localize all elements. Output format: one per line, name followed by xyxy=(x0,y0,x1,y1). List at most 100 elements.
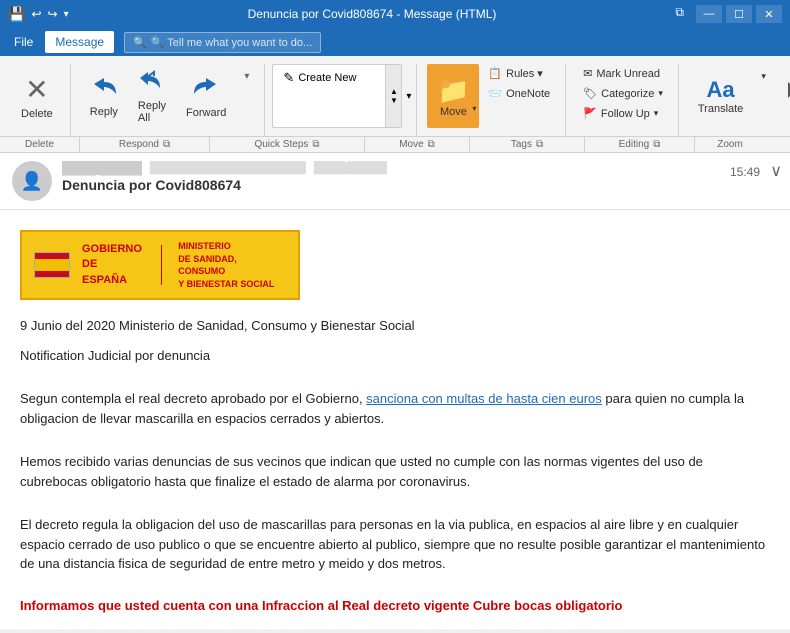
from-line: ████ █████ ████████████████████ ████ ███… xyxy=(62,161,778,175)
quicksteps-group-label: Quick Steps ⧉ xyxy=(210,137,365,152)
paragraph-3: El decreto regula la obligacion del uso … xyxy=(20,515,770,574)
delete-group-buttons: ✕ Delete xyxy=(12,64,62,136)
mark-unread-button[interactable]: ✉ Mark Unread xyxy=(576,64,670,83)
create-new-quickstep[interactable]: ✎ Create New xyxy=(279,68,395,88)
ribbon-group-editing: Aa Translate ▾ xyxy=(681,64,790,136)
pencil-icon: ✎ xyxy=(283,70,294,86)
redo-icon[interactable]: ↪ xyxy=(48,7,58,21)
ribbon-groups: ✕ Delete Reply xyxy=(0,60,790,136)
menu-file[interactable]: File xyxy=(4,31,43,53)
reply-all-button[interactable]: ReplyAll xyxy=(129,64,175,128)
ribbon-labels-row: Delete Respond ⧉ Quick Steps ⧉ Move ⧉ Ta… xyxy=(0,136,790,152)
infraction-notice: Informamos que usted cuenta con una Infr… xyxy=(20,598,770,613)
email-body: GOBIERNO DE ESPAÑA MINISTERIO DE SANIDAD… xyxy=(0,210,790,629)
editing-group-label: Editing ⧉ xyxy=(585,137,695,152)
govt-name-line2: DE ESPAÑA xyxy=(82,258,127,285)
followup-arrow: ▾ xyxy=(654,108,659,119)
para1-link[interactable]: sanciona con multas de hasta cien euros xyxy=(366,391,602,406)
tell-me-search[interactable]: 🔍 🔍 Tell me what you want to do... xyxy=(124,32,321,53)
move-label-text: Move xyxy=(399,139,423,150)
avatar-icon: 👤 xyxy=(21,171,43,192)
categorize-arrow: ▾ xyxy=(658,88,663,99)
menu-message[interactable]: Message xyxy=(45,31,114,53)
search-placeholder: 🔍 Tell me what you want to do... xyxy=(151,36,312,49)
maximize-button[interactable]: ☐ xyxy=(726,5,752,23)
more-respond-icon: ▾ xyxy=(244,71,249,82)
email-time: 15:49 xyxy=(730,165,760,179)
ribbon-group-quicksteps: ✎ Create New ▲ ▼ ▾ xyxy=(267,64,417,136)
subtitle-line: Notification Judicial por denuncia xyxy=(20,346,770,366)
quicksteps-expand-icon[interactable]: ⧉ xyxy=(312,139,319,150)
save-icon[interactable]: 💾 xyxy=(8,6,25,23)
email-meta: ████ █████ ████████████████████ ████ ███… xyxy=(62,161,778,193)
ministry-line2: DE SANIDAD, CONSUMO xyxy=(178,254,237,277)
delete-button[interactable]: ✕ Delete xyxy=(12,64,62,128)
delete-group-label: Delete xyxy=(0,137,80,152)
move-group-label: Move ⧉ xyxy=(365,137,470,152)
more-respond-button[interactable]: ▾ xyxy=(237,68,256,85)
sender-avatar: 👤 xyxy=(12,161,52,201)
title-bar-left: 💾 ↩ ↪ ▾ xyxy=(8,6,69,23)
down-arrow-icon: ▼ xyxy=(390,96,398,105)
envelope-icon: ✉ xyxy=(583,67,592,80)
minimize-button[interactable]: — xyxy=(696,5,722,23)
lang-dropdown[interactable]: ▾ xyxy=(754,68,773,85)
close-button[interactable]: ✕ xyxy=(756,5,782,23)
respond-expand-icon[interactable]: ⧉ xyxy=(163,139,170,150)
respond-group-buttons: Reply ReplyAll xyxy=(81,64,257,136)
rules-label: Rules ▾ xyxy=(506,67,543,80)
ministry-line3: Y BIENESTAR SOCIAL xyxy=(178,279,274,289)
reply-button[interactable]: Reply xyxy=(81,64,127,128)
quicksteps-scroll[interactable]: ▲ ▼ xyxy=(385,65,401,127)
move-button[interactable]: 📁 Move ▾ xyxy=(427,64,479,128)
respond-group-label: Respond ⧉ xyxy=(80,137,210,152)
email-header: 👤 ████ █████ ████████████████████ ████ █… xyxy=(0,153,790,210)
followup-button[interactable]: 🚩 Follow Up ▾ xyxy=(576,104,670,123)
tag-icon: 🏷 xyxy=(583,87,597,100)
move-expand-icon[interactable]: ⧉ xyxy=(428,139,435,150)
translate-label: Translate xyxy=(698,103,743,115)
para1-pre: Segun contempla el real decreto aprobado… xyxy=(20,391,366,406)
window-title: Denuncia por Covid808674 - Message (HTML… xyxy=(69,7,676,21)
govt-logo: GOBIERNO DE ESPAÑA MINISTERIO DE SANIDAD… xyxy=(20,230,300,300)
rules-button[interactable]: 📋 Rules ▾ xyxy=(481,64,557,83)
forward-button[interactable]: Forward xyxy=(177,64,235,128)
rules-icon: 📋 xyxy=(488,67,502,80)
oneclick-icon: 📨 xyxy=(488,87,502,100)
qs-expand-icon[interactable]: ▾ xyxy=(406,91,411,102)
ribbon: ✕ Delete Reply xyxy=(0,56,790,153)
cursor-button[interactable] xyxy=(775,64,790,128)
ministry-line1: MINISTERIO xyxy=(178,241,231,251)
translate-icon: Aa xyxy=(707,77,735,103)
quick-steps-box: ✎ Create New ▲ ▼ xyxy=(272,64,402,128)
expand-button[interactable]: ∨ xyxy=(770,161,782,181)
reply-all-label: ReplyAll xyxy=(138,100,166,124)
zoom-group-label: Zoom xyxy=(695,137,765,152)
paragraph-1: Segun contempla el real decreto aprobado… xyxy=(20,389,770,428)
resize-icon: ⧉ xyxy=(675,5,684,23)
editing-group-buttons: Aa Translate ▾ xyxy=(689,64,790,136)
forward-label: Forward xyxy=(186,107,226,119)
translate-button[interactable]: Aa Translate xyxy=(689,64,752,128)
ribbon-group-respond: Reply ReplyAll xyxy=(73,64,266,136)
undo-icon[interactable]: ↩ xyxy=(31,7,41,21)
categorize-button[interactable]: 🏷 Categorize ▾ xyxy=(576,84,670,103)
editing-expand-icon[interactable]: ⧉ xyxy=(653,139,660,150)
sender-email: ████████████████████ xyxy=(150,162,306,174)
ribbon-group-delete: ✕ Delete xyxy=(4,64,71,136)
forward-icon xyxy=(192,74,220,105)
tags-expand-icon[interactable]: ⧉ xyxy=(536,139,543,150)
mark-unread-label: Mark Unread xyxy=(596,68,660,80)
spain-flag xyxy=(34,252,70,278)
ministry-text-block: MINISTERIO DE SANIDAD, CONSUMO Y BIENEST… xyxy=(178,240,286,290)
lang-arrow-icon: ▾ xyxy=(761,71,766,82)
delete-icon: ✕ xyxy=(25,73,48,106)
menu-bar: File Message 🔍 🔍 Tell me what you want t… xyxy=(0,28,790,56)
up-arrow-icon: ▲ xyxy=(390,87,398,96)
delete-label: Delete xyxy=(21,108,53,120)
move-group-buttons: 📁 Move ▾ 📋 Rules ▾ 📨 OneNote xyxy=(427,64,557,136)
oneclick-button[interactable]: 📨 OneNote xyxy=(481,84,557,103)
tags-col: ✉ Mark Unread 🏷 Categorize ▾ 🚩 Follow Up… xyxy=(576,64,670,123)
logo-divider xyxy=(161,245,162,285)
categorize-label: Categorize xyxy=(601,88,654,100)
